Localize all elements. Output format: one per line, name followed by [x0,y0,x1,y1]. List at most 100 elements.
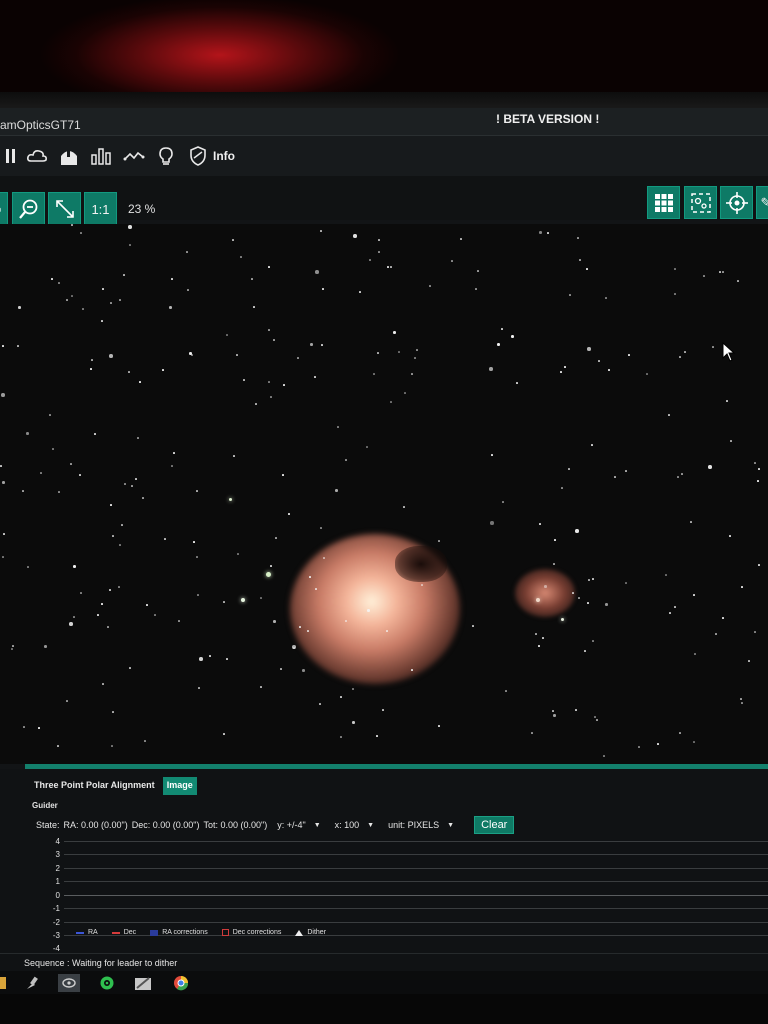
star [268,329,270,331]
taskbar-app-icon[interactable] [0,974,12,992]
tab-three-point-polar-alignment[interactable]: Three Point Polar Alignment [30,777,159,795]
star [273,339,275,341]
star [111,745,113,747]
star [490,521,494,525]
crosshair-button[interactable] [720,186,753,219]
zoom-in-button[interactable]: ○ [0,192,8,226]
star [352,721,355,724]
star [40,472,42,474]
y-axis-label: 0 [55,891,60,900]
star [57,745,59,747]
legend-ra[interactable]: RA [76,929,98,936]
star [378,251,380,253]
fit-button[interactable] [48,192,81,226]
star [323,557,325,559]
grid-line [64,854,768,855]
star [309,576,311,578]
star [719,271,721,273]
star [592,578,594,580]
legend-dither[interactable]: Dither [295,929,326,936]
panel-tabs: Three Point Polar Alignment Image [30,777,197,795]
star [232,239,234,241]
legend-label: Dec corrections [232,929,282,936]
browser-app-icon[interactable] [172,974,190,992]
star [587,602,589,604]
star [737,280,739,282]
star [302,669,305,672]
bright-star [241,598,245,602]
star [49,414,51,416]
star [171,278,173,280]
one-to-one-button[interactable]: 1:1 [84,192,117,226]
telescope-app-icon[interactable] [24,974,42,992]
star [97,614,99,616]
star [665,574,667,576]
legend-ra-corrections[interactable]: RA corrections [150,929,208,936]
star [544,585,547,588]
equipment-icon[interactable] [0,144,24,168]
star [547,232,549,234]
monitor-bottom-frame [0,994,768,1024]
star [669,612,671,614]
grid-button[interactable] [647,186,680,219]
tab-image[interactable]: Image [162,777,197,795]
star [129,244,131,246]
star [588,579,590,581]
target-app-icon[interactable] [98,974,116,992]
star [387,266,389,268]
grid-line-zero [64,895,768,896]
star-detection-button[interactable] [684,186,717,219]
star [52,448,54,450]
star [51,278,53,280]
star [628,354,630,356]
star [352,688,354,690]
taskbar [0,971,768,994]
star [11,648,13,650]
star [625,582,627,584]
y-scale-dropdown[interactable]: y: +/-4" ▼ [277,820,324,830]
star [598,360,600,362]
stats-icon[interactable] [89,144,113,168]
legend-dec[interactable]: Dec [111,929,136,936]
star [451,260,453,262]
legend-dec-corrections[interactable]: Dec corrections [221,929,282,936]
star [268,266,270,268]
star [112,711,114,713]
editor-app-icon[interactable] [134,974,152,992]
star [90,368,92,370]
shield-icon[interactable] [186,144,210,168]
clear-button[interactable]: Clear [474,816,515,834]
astro-image[interactable]: ✕ [0,224,768,764]
x-scale-dropdown[interactable]: x: 100 ▼ [335,820,378,830]
curve-icon[interactable] [122,144,146,168]
star [722,617,724,619]
star [340,696,342,698]
star [554,539,556,541]
info-tab[interactable]: Info [213,149,235,163]
star [715,633,717,635]
nebula-secondary [515,569,575,617]
star [71,295,73,297]
star [603,755,605,757]
observatory-icon[interactable] [57,144,81,168]
star [273,620,276,623]
star [578,597,580,599]
star [198,687,200,689]
star [674,268,676,270]
star [608,369,610,371]
zoom-out-button[interactable] [12,192,45,226]
bulb-icon[interactable] [154,144,178,168]
camera-app-icon[interactable] [58,974,80,992]
unit-dropdown[interactable]: unit: PIXELS ▼ [388,820,458,830]
star [240,256,242,258]
star [542,637,544,639]
star [345,459,347,461]
star [319,703,321,705]
chevron-down-icon: ▼ [447,821,455,829]
star [193,541,195,543]
ra-value: RA: 0.00 (0.00") [63,820,128,830]
legend-swatch [150,929,159,936]
image-toolbar: ○ 1:1 23 % ✎ [0,176,768,226]
weather-icon[interactable] [25,144,49,168]
tool-button[interactable]: ✎ [756,186,768,219]
